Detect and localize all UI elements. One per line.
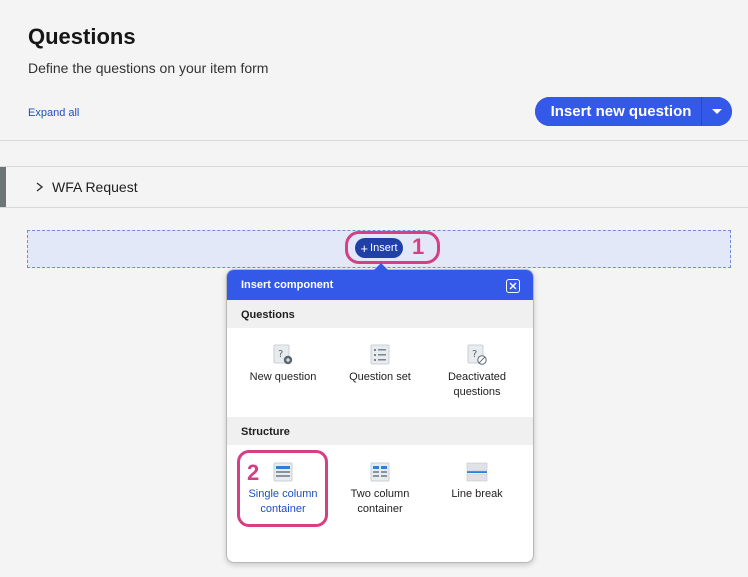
component-tile-new-question[interactable]: ? New question xyxy=(235,344,331,385)
tile-label: Two column container xyxy=(350,488,410,515)
popover-title: Insert component xyxy=(241,279,334,291)
caret-down-icon xyxy=(712,108,722,114)
callout-number-2: 2 xyxy=(247,460,260,485)
insert-options-dropdown[interactable] xyxy=(701,97,732,126)
single-column-icon xyxy=(273,462,293,482)
expand-all-link[interactable]: Expand all xyxy=(28,107,79,119)
tile-label: Deactivated questions xyxy=(447,371,507,398)
insert-new-question-button-group: Insert new question xyxy=(535,97,732,126)
page-title: Questions xyxy=(28,24,136,49)
insert-new-question-button[interactable]: Insert new question xyxy=(535,97,701,126)
tile-label: Single column container xyxy=(248,488,318,515)
tile-label: Line break xyxy=(451,488,503,500)
tile-label: New question xyxy=(249,371,317,383)
plus-icon: + xyxy=(360,240,369,256)
insert-pill-button[interactable]: + Insert xyxy=(355,238,403,258)
close-button[interactable] xyxy=(506,279,520,293)
group-header-label: Structure xyxy=(241,426,290,438)
group-header-questions: Questions xyxy=(227,300,533,328)
page-subtitle: Define the questions on your item form xyxy=(28,60,269,76)
popover-arrow xyxy=(374,263,388,270)
question-add-icon: ? xyxy=(273,344,293,365)
component-tile-deactivated-questions[interactable]: ? Deactivated questions xyxy=(429,344,525,400)
close-icon xyxy=(509,282,517,290)
group-header-structure: Structure xyxy=(227,417,533,445)
insert-component-popover: Insert component Questions ? New questio… xyxy=(226,263,534,563)
svg-text:?: ? xyxy=(278,349,283,360)
callout-number-1: 1 xyxy=(412,234,425,259)
popover-header: Insert component xyxy=(227,270,533,300)
divider xyxy=(0,207,748,208)
page: Questions Define the questions on your i… xyxy=(0,0,748,577)
question-disabled-icon: ? xyxy=(467,344,487,365)
section-accent-bar xyxy=(0,167,6,208)
group-header-label: Questions xyxy=(241,309,295,321)
line-break-icon xyxy=(466,462,488,482)
svg-text:?: ? xyxy=(472,349,477,360)
section-label: WFA Request xyxy=(52,179,138,195)
component-tile-question-set[interactable]: Question set xyxy=(332,344,428,385)
tile-label: Question set xyxy=(349,371,411,383)
section-row-wfa-request[interactable]: WFA Request xyxy=(0,167,748,208)
two-column-icon xyxy=(370,462,390,482)
component-tile-line-break[interactable]: Line break xyxy=(429,461,525,502)
insert-pill-label: Insert xyxy=(370,242,398,254)
component-tile-two-column-container[interactable]: Two column container xyxy=(332,461,428,517)
divider xyxy=(0,140,748,141)
chevron-right-icon[interactable] xyxy=(34,180,46,194)
list-icon xyxy=(370,344,390,365)
